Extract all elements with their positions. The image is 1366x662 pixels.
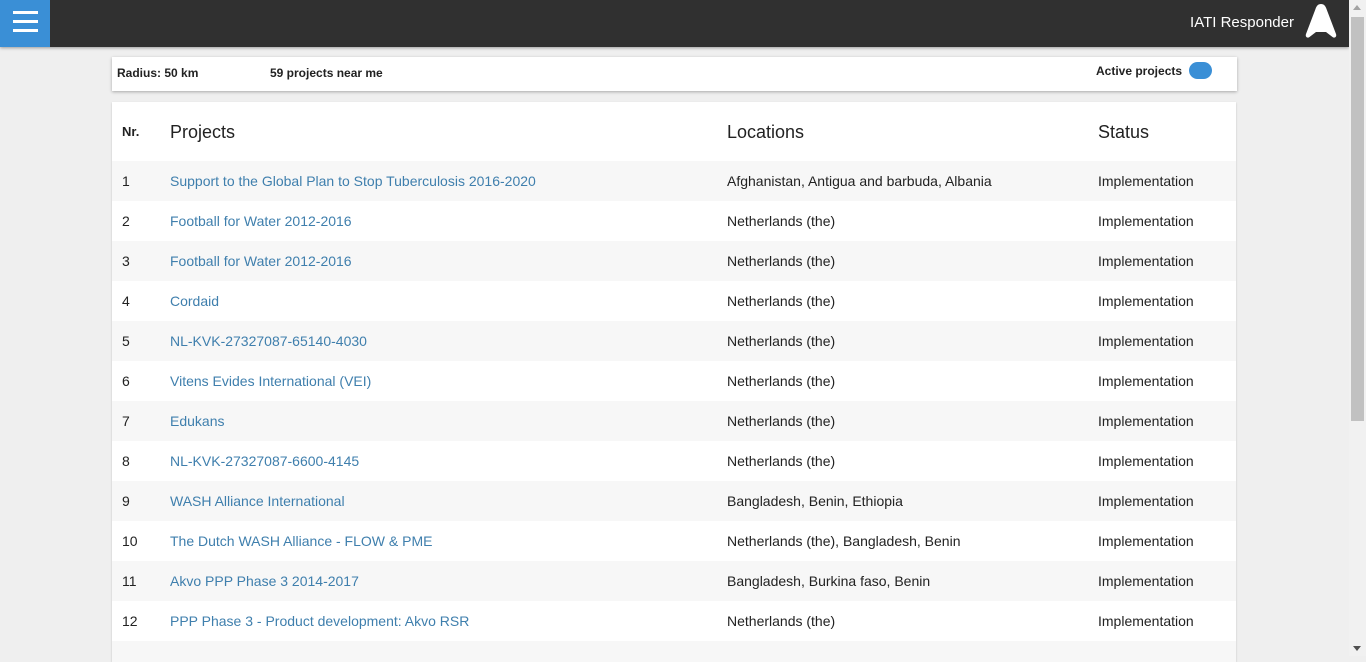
row-locations: Netherlands (the) — [727, 413, 836, 429]
app-title: IATI Responder — [1190, 14, 1294, 31]
header-projects: Projects — [170, 122, 236, 142]
project-link[interactable]: NL-KVK-27327087-6600-4145 — [170, 453, 359, 469]
row-nr: 4 — [122, 293, 130, 309]
projects-table: Nr. Projects Locations Status 1 Support t… — [112, 102, 1236, 662]
hamburger-menu-icon[interactable] — [0, 0, 50, 47]
table-row: 7 Edukans Netherlands (the) Implementation — [112, 401, 1236, 441]
page-scrollbar[interactable] — [1349, 0, 1366, 656]
row-status: Implementation — [1098, 413, 1194, 429]
row-status: Implementation — [1098, 213, 1194, 229]
row-locations: Afghanistan, Antigua and barbuda, Albani… — [727, 173, 992, 189]
projects-count: 59 projects near me — [270, 66, 383, 80]
row-status: Implementation — [1098, 293, 1194, 309]
active-projects-label: Active projects — [1096, 64, 1183, 78]
table-row: 5 NL-KVK-27327087-65140-4030 Netherlands (… — [112, 321, 1236, 361]
row-locations: Bangladesh, Burkina faso, Benin — [727, 573, 931, 589]
scrollbar-thumb[interactable] — [1351, 17, 1364, 421]
row-nr: 7 — [122, 413, 130, 429]
active-projects-toggle[interactable] — [1189, 62, 1212, 79]
row-locations: Netherlands (the) — [727, 613, 836, 629]
row-nr: 6 — [122, 373, 130, 389]
row-nr: 9 — [122, 493, 130, 509]
table-body: 1 Support to the Global Plan to Stop Tube… — [112, 161, 1236, 662]
header-nr: Nr. — [122, 124, 140, 139]
row-status: Implementation — [1098, 533, 1194, 549]
row-locations: Netherlands (the) — [727, 213, 836, 229]
project-link[interactable]: Edukans — [170, 413, 224, 429]
row-status: Implementation — [1098, 253, 1194, 269]
row-nr: 5 — [122, 333, 130, 349]
project-link[interactable]: NL-KVK-27327087-65140-4030 — [170, 333, 367, 349]
row-locations: Netherlands (the) — [727, 293, 836, 309]
row-locations: Netherlands (the) — [727, 333, 836, 349]
row-nr: 3 — [122, 253, 130, 269]
table-row: 2 Football for Water 2012-2016 Netherlands… — [112, 201, 1236, 241]
scroll-up-arrow-icon[interactable] — [1353, 5, 1361, 10]
row-nr: 11 — [122, 573, 137, 589]
project-link[interactable]: The Dutch WASH Alliance - FLOW & PME — [170, 533, 432, 549]
project-link[interactable]: WASH Alliance International — [170, 493, 345, 509]
row-status: Implementation — [1098, 333, 1194, 349]
row-status: Implementation — [1098, 573, 1194, 589]
project-link[interactable]: Support to the Global Plan to Stop Tuber… — [170, 173, 536, 189]
scroll-down-arrow-icon[interactable] — [1353, 646, 1361, 651]
row-locations: Netherlands (the) — [727, 453, 836, 469]
project-link[interactable]: PPP Phase 3 - Product development: Akvo … — [170, 613, 469, 629]
top-app-bar: IATI Responder — [0, 0, 1349, 47]
row-locations: Netherlands (the) — [727, 253, 836, 269]
table-row: 1 Support to the Global Plan to Stop Tube… — [112, 161, 1236, 201]
project-link[interactable]: Vitens Evides International (VEI) — [170, 373, 371, 389]
row-nr: 12 — [122, 613, 138, 629]
table-row: 9 WASH Alliance International Bangladesh, … — [112, 481, 1236, 521]
table-row: 12 PPP Phase 3 - Product development: Akv… — [112, 601, 1236, 641]
table-row: 4 Cordaid Netherlands (the) Implementation — [112, 281, 1236, 321]
table-header-row: Nr. Projects Locations Status — [112, 102, 1236, 161]
radius-label: Radius: 50 km — [117, 66, 199, 80]
project-link[interactable]: Football for Water 2012-2016 — [170, 213, 352, 229]
row-locations: Bangladesh, Benin, Ethiopia — [727, 493, 903, 509]
project-link[interactable]: Football for Water 2012-2016 — [170, 253, 352, 269]
table-row-partial — [112, 641, 1236, 662]
row-nr: 10 — [122, 533, 138, 549]
table-row: 8 NL-KVK-27327087-6600-4145 Netherlands (t… — [112, 441, 1236, 481]
header-status: Status — [1098, 122, 1150, 142]
row-nr: 8 — [122, 453, 130, 469]
project-link[interactable]: Cordaid — [170, 293, 219, 309]
a-logo-icon — [1305, 4, 1337, 38]
header-locations: Locations — [727, 122, 805, 142]
row-status: Implementation — [1098, 493, 1194, 509]
row-status: Implementation — [1098, 453, 1194, 469]
row-locations: Netherlands (the), Bangladesh, Benin — [727, 533, 961, 549]
row-nr: 2 — [122, 213, 130, 229]
table-row: 10 The Dutch WASH Alliance - FLOW & PME Ne… — [112, 521, 1236, 561]
project-link[interactable]: Akvo PPP Phase 3 2014-2017 — [170, 573, 359, 589]
row-locations: Netherlands (the) — [727, 373, 836, 389]
row-status: Implementation — [1098, 613, 1194, 629]
table-row: 11 Akvo PPP Phase 3 2014-2017 Bangladesh, … — [112, 561, 1236, 601]
filter-bar: Radius: 50 km 59 projects near me Active… — [112, 57, 1237, 91]
row-nr: 1 — [122, 173, 130, 189]
table-row: 3 Football for Water 2012-2016 Netherlands… — [112, 241, 1236, 281]
table-row: 6 Vitens Evides International (VEI) Nether… — [112, 361, 1236, 401]
row-status: Implementation — [1098, 173, 1194, 189]
row-status: Implementation — [1098, 373, 1194, 389]
